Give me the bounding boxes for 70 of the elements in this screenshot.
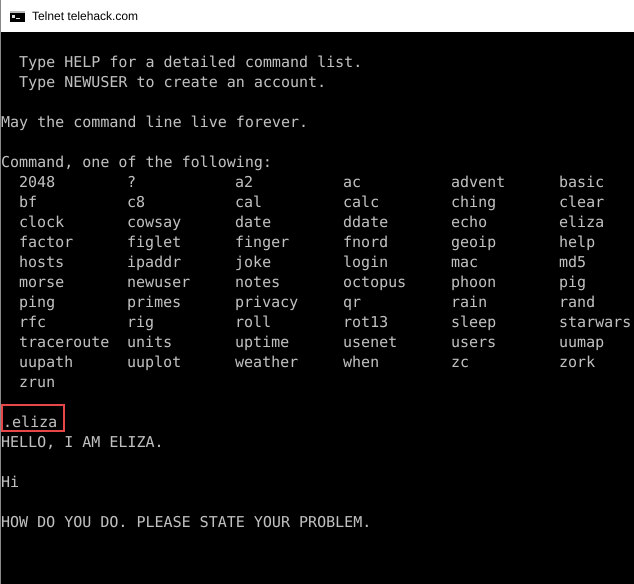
terminal-line: May the command line live forever. bbox=[1, 112, 308, 132]
command-name: notes bbox=[235, 272, 282, 292]
command-name: fnord bbox=[343, 232, 390, 252]
command-name: factor bbox=[19, 232, 74, 252]
command-name: roll bbox=[235, 312, 272, 332]
command-name: ching bbox=[451, 192, 498, 212]
command-name: eliza bbox=[559, 212, 606, 232]
command-name: uuplot bbox=[127, 352, 182, 372]
terminal-line: HOW DO YOU DO. PLEASE STATE YOUR PROBLEM. bbox=[1, 512, 372, 532]
command-name: privacy bbox=[235, 292, 300, 312]
command-name: primes bbox=[127, 292, 182, 312]
command-name: c8 bbox=[127, 192, 146, 212]
command-name: sleep bbox=[451, 312, 498, 332]
command-name: phoon bbox=[451, 272, 498, 292]
command-name: units bbox=[127, 332, 174, 352]
command-name: qr bbox=[343, 292, 362, 312]
command-name: md5 bbox=[559, 252, 588, 272]
command-name: basic bbox=[559, 172, 606, 192]
command-name: rig bbox=[127, 312, 156, 332]
command-name: uumap bbox=[559, 332, 606, 352]
command-name: mac bbox=[451, 252, 480, 272]
command-name: figlet bbox=[127, 232, 182, 252]
command-name: rot13 bbox=[343, 312, 390, 332]
command-name: usenet bbox=[343, 332, 398, 352]
command-name: uptime bbox=[235, 332, 290, 352]
command-name: octopus bbox=[343, 272, 408, 292]
command-name: advent bbox=[451, 172, 506, 192]
command-name: finger bbox=[235, 232, 290, 252]
command-name: traceroute bbox=[19, 332, 110, 352]
command-name: newuser bbox=[127, 272, 192, 292]
command-name: ipaddr bbox=[127, 252, 182, 272]
command-name: zc bbox=[451, 352, 470, 372]
terminal-line: Type NEWUSER to create an account. bbox=[18, 72, 326, 92]
terminal-line: Command, one of the following: bbox=[1, 152, 272, 172]
command-name: hosts bbox=[19, 252, 66, 272]
command-name: when bbox=[343, 352, 380, 372]
command-name: zrun bbox=[19, 372, 56, 392]
command-name: help bbox=[559, 232, 596, 252]
console-icon bbox=[10, 10, 25, 22]
command-name: starwars bbox=[559, 312, 632, 332]
command-name: uupath bbox=[19, 352, 74, 372]
command-name: calc bbox=[343, 192, 380, 212]
command-name: geoip bbox=[451, 232, 498, 252]
command-name: 2048 bbox=[19, 172, 56, 192]
command-name: login bbox=[343, 252, 390, 272]
command-name: date bbox=[235, 212, 272, 232]
command-name: rand bbox=[559, 292, 596, 312]
command-name: joke bbox=[235, 252, 272, 272]
command-name: clear bbox=[559, 192, 606, 212]
command-name: users bbox=[451, 332, 498, 352]
command-name: zork bbox=[559, 352, 596, 372]
command-name: rain bbox=[451, 292, 488, 312]
command-name: rfc bbox=[19, 312, 48, 332]
window-title: Telnet telehack.com bbox=[32, 9, 138, 23]
command-name: bf bbox=[19, 192, 38, 212]
command-name: morse bbox=[19, 272, 66, 292]
command-name: clock bbox=[19, 212, 66, 232]
command-name: cowsay bbox=[127, 212, 182, 232]
command-name: cal bbox=[235, 192, 264, 212]
command-name: ? bbox=[127, 172, 138, 192]
command-name: ddate bbox=[343, 212, 390, 232]
command-name: echo bbox=[451, 212, 488, 232]
command-name: a2 bbox=[235, 172, 254, 192]
command-name: ac bbox=[343, 172, 362, 192]
command-name: pig bbox=[559, 272, 588, 292]
command-name: weather bbox=[235, 352, 300, 372]
terminal-line: HELLO, I AM ELIZA. bbox=[1, 432, 164, 452]
command-name: ping bbox=[19, 292, 56, 312]
terminal-line: Type HELP for a detailed command list. bbox=[18, 52, 362, 72]
terminal-line: Hi bbox=[1, 472, 20, 492]
